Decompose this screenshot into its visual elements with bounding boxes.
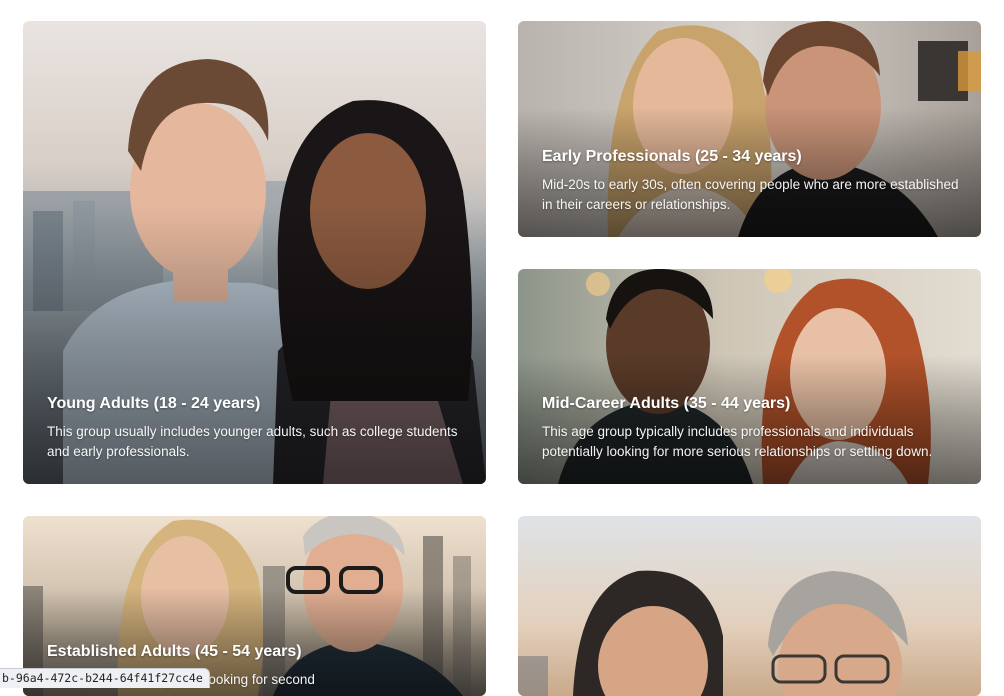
card-early-professionals[interactable]: Early Professionals (25 - 34 years) Mid-… <box>518 21 981 237</box>
card-title: Established Adults (45 - 54 years) <box>47 643 302 660</box>
card-title: Young Adults (18 - 24 years) <box>47 395 261 412</box>
card-description: This age group typically includes profes… <box>542 424 933 459</box>
card-caption: Mid-Career Adults (35 - 44 years) This a… <box>542 394 961 462</box>
card-senior-adults[interactable] <box>518 516 981 696</box>
card-caption: Early Professionals (25 - 34 years) Mid-… <box>542 147 961 215</box>
card-description: Mid-20s to early 30s, often covering peo… <box>542 177 959 212</box>
couple-photo-senior <box>518 516 981 696</box>
card-description: This group usually includes younger adul… <box>47 424 458 459</box>
card-mid-career-adults[interactable]: Mid-Career Adults (35 - 44 years) This a… <box>518 269 981 484</box>
card-young-adults[interactable]: Young Adults (18 - 24 years) This group … <box>23 21 486 484</box>
link-preview-statusbar: b-96a4-472c-b244-64f41f27cc4e <box>0 668 210 688</box>
card-title: Early Professionals (25 - 34 years) <box>542 148 802 165</box>
card-caption: Young Adults (18 - 24 years) This group … <box>47 394 466 462</box>
card-title: Mid-Career Adults (35 - 44 years) <box>542 395 791 412</box>
